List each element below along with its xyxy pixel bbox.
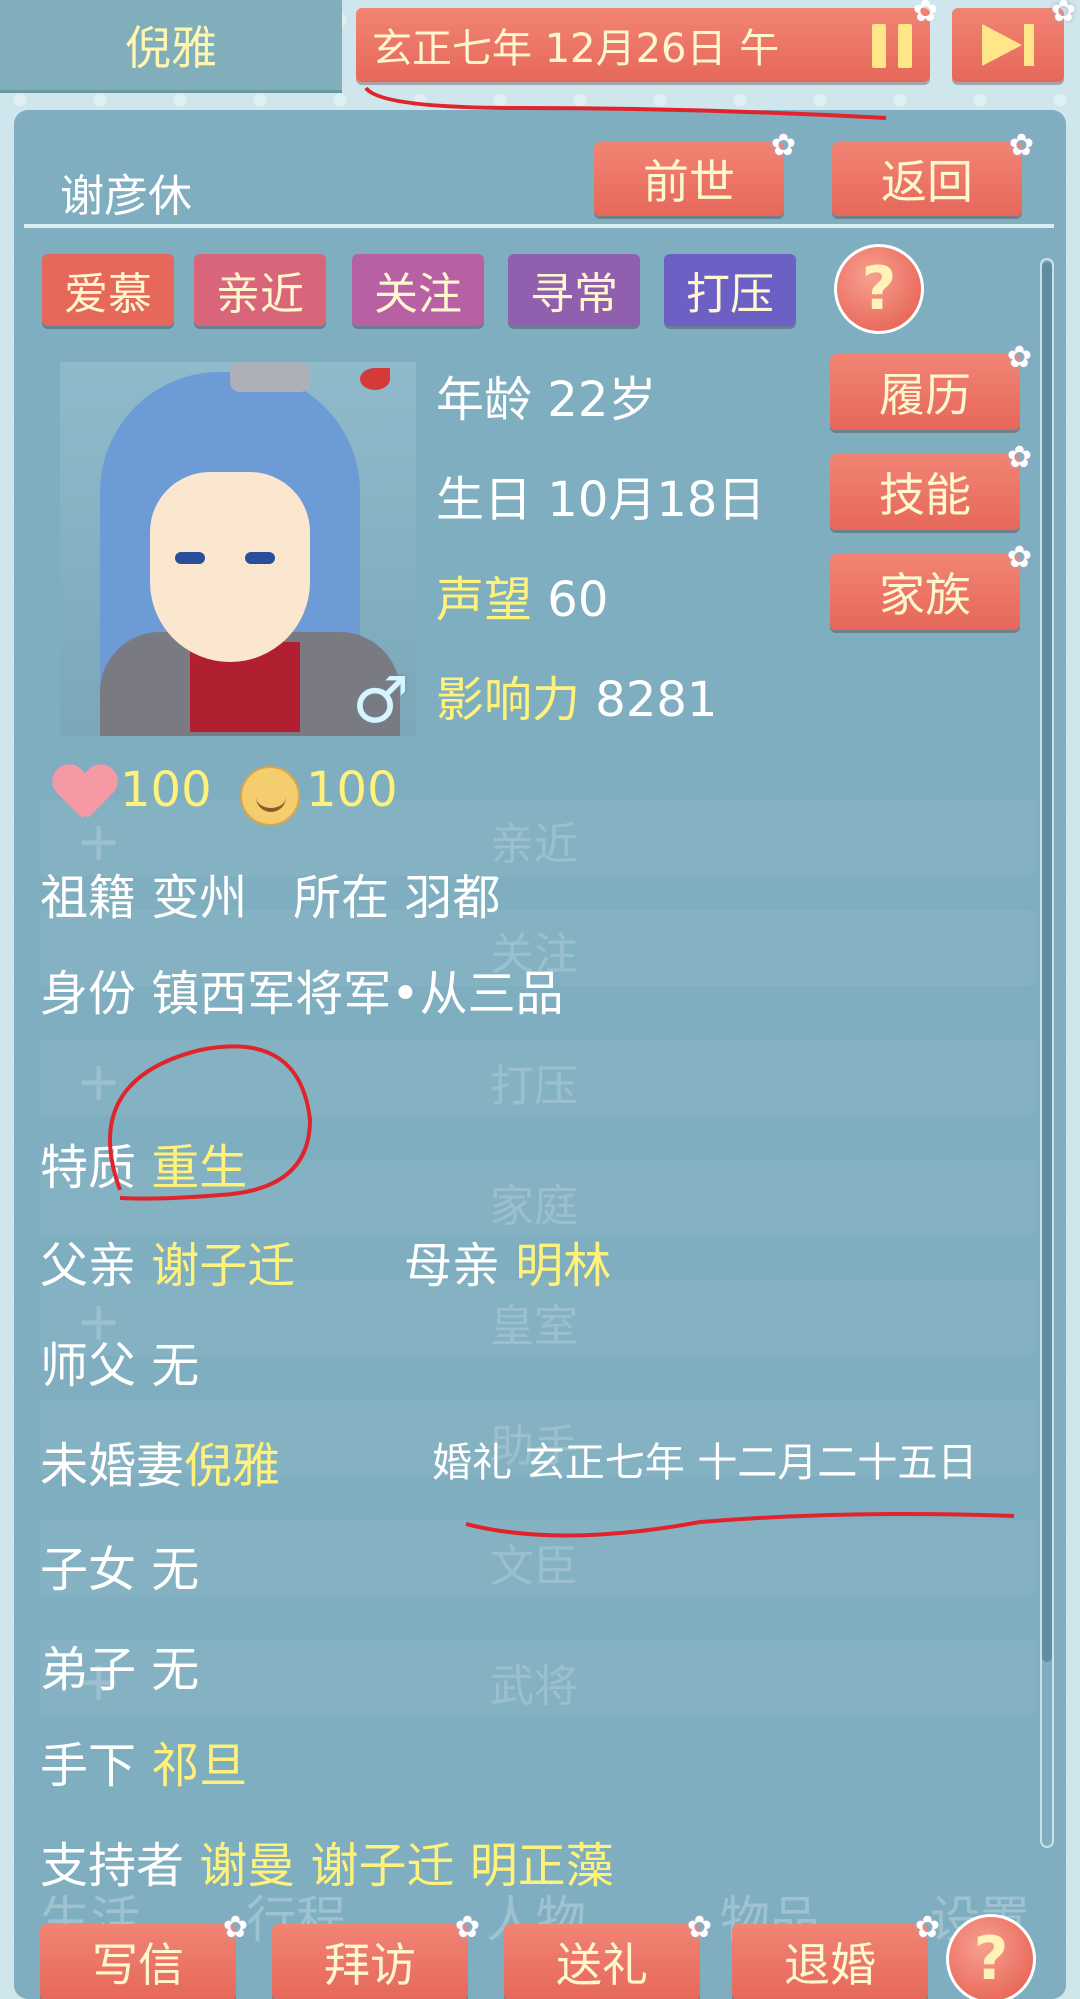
annotation-marks	[108, 86, 1015, 1538]
